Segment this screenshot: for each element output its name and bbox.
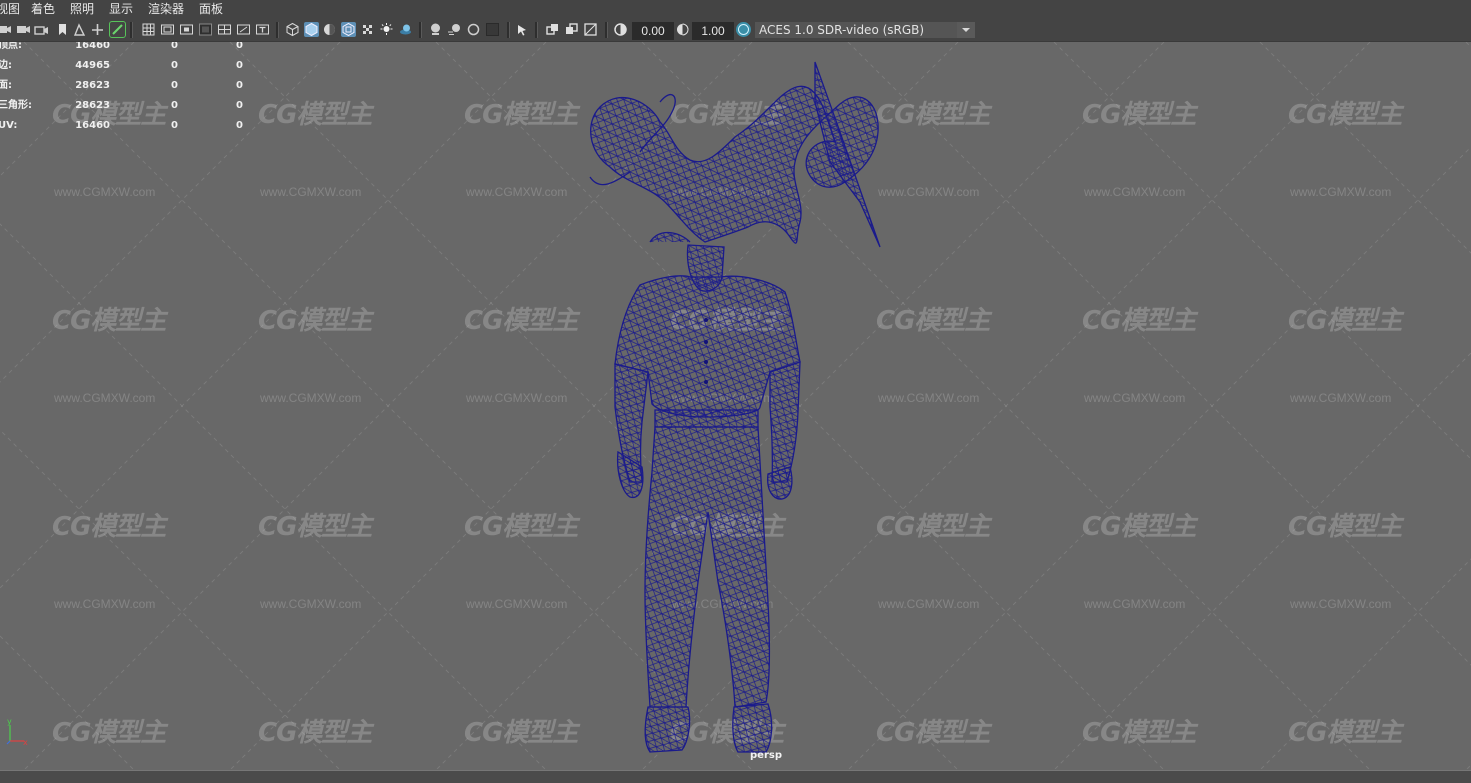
backface-icon[interactable] bbox=[583, 22, 598, 37]
safe-action-icon[interactable] bbox=[236, 22, 251, 37]
menu-shading[interactable]: 着色 bbox=[31, 0, 55, 19]
menu-bar: 视图 着色 照明 显示 渲染器 面板 bbox=[0, 0, 1471, 19]
bookmark-icon[interactable] bbox=[34, 22, 49, 37]
hud-value: 0 bbox=[236, 42, 243, 51]
hud-value: 0 bbox=[171, 100, 178, 111]
hud-label: 三角形: bbox=[0, 100, 32, 111]
hud-value: 28623 bbox=[75, 80, 110, 91]
color-management-value: ACES 1.0 SDR-video (sRGB) bbox=[759, 23, 925, 37]
grease-pencil-icon[interactable] bbox=[90, 22, 105, 37]
hud-value: 16460 bbox=[75, 42, 110, 51]
axis-y-label: y bbox=[7, 717, 12, 726]
hud-value: 0 bbox=[171, 120, 178, 131]
safe-title-icon[interactable] bbox=[255, 22, 270, 37]
hud-value: 0 bbox=[171, 60, 178, 71]
use-all-lights-icon[interactable] bbox=[379, 22, 394, 37]
camera-label: persp bbox=[750, 750, 782, 761]
hud-label: 顶点: bbox=[0, 42, 22, 51]
shade-wireframe-icon[interactable] bbox=[322, 22, 337, 37]
xray-joints-icon[interactable] bbox=[545, 22, 560, 37]
hud-value: 28623 bbox=[75, 100, 110, 111]
wireframe-icon[interactable] bbox=[285, 22, 300, 37]
grease-pencil-active-icon[interactable] bbox=[109, 21, 126, 38]
shadows-icon[interactable] bbox=[398, 22, 413, 37]
gate-mask-icon[interactable] bbox=[198, 22, 213, 37]
camera-attributes-icon[interactable] bbox=[16, 22, 31, 37]
hud-value: 44965 bbox=[75, 60, 110, 71]
grid-icon[interactable] bbox=[141, 22, 156, 37]
menu-show[interactable]: 显示 bbox=[109, 0, 133, 19]
depth-of-field-icon[interactable] bbox=[485, 22, 500, 37]
chevron-down-icon bbox=[957, 22, 975, 38]
ssao-icon[interactable] bbox=[428, 22, 443, 37]
2d-pan-icon[interactable] bbox=[72, 22, 87, 37]
wireframe-character-mesh[interactable] bbox=[0, 42, 1471, 770]
gamma-icon[interactable] bbox=[675, 22, 690, 37]
gamma-field[interactable] bbox=[692, 22, 734, 40]
image-plane-icon[interactable] bbox=[55, 22, 70, 37]
hud-value: 16460 bbox=[75, 120, 110, 131]
hud-label: 边: bbox=[0, 60, 12, 71]
color-management-icon[interactable] bbox=[736, 22, 751, 37]
motion-blur-icon[interactable] bbox=[447, 22, 462, 37]
xray-icon[interactable] bbox=[341, 22, 356, 37]
hud-label: UV: bbox=[0, 120, 18, 131]
xray-active-icon[interactable] bbox=[564, 22, 579, 37]
textured-icon[interactable] bbox=[360, 22, 375, 37]
anti-aliasing-icon[interactable] bbox=[466, 22, 481, 37]
exposure-icon[interactable] bbox=[613, 22, 628, 37]
hud-value: 0 bbox=[171, 42, 178, 51]
hud-value: 0 bbox=[236, 80, 243, 91]
film-gate-icon[interactable] bbox=[160, 22, 175, 37]
menu-view[interactable]: 视图 bbox=[0, 0, 20, 19]
hud-label: 面: bbox=[0, 80, 12, 91]
smooth-shade-icon[interactable] bbox=[304, 22, 319, 37]
menu-panels[interactable]: 面板 bbox=[199, 0, 223, 19]
select-camera-icon[interactable] bbox=[0, 22, 12, 37]
axis-gizmo-icon: y x bbox=[6, 717, 28, 747]
viewport-persp[interactable]: CG模型主 www.CGMXW.com CG模型主 www.CGMXW.com CG模型… bbox=[0, 42, 1471, 770]
field-chart-icon[interactable] bbox=[217, 22, 232, 37]
hud-value: 0 bbox=[171, 80, 178, 91]
menu-lighting[interactable]: 照明 bbox=[70, 0, 94, 19]
isolate-select-icon[interactable] bbox=[515, 22, 530, 37]
menu-renderer[interactable]: 渲染器 bbox=[148, 0, 184, 19]
color-management-dropdown[interactable]: ACES 1.0 SDR-video (sRGB) bbox=[755, 22, 975, 38]
axis-x-label: x bbox=[23, 738, 28, 747]
time-slider-strip[interactable] bbox=[0, 770, 1471, 783]
hud-value: 0 bbox=[236, 100, 243, 111]
hud-value: 0 bbox=[236, 60, 243, 71]
exposure-field[interactable] bbox=[632, 22, 674, 40]
hud-value: 0 bbox=[236, 120, 243, 131]
panel-toolbar: ACES 1.0 SDR-video (sRGB) bbox=[0, 19, 1471, 42]
resolution-gate-icon[interactable] bbox=[179, 22, 194, 37]
